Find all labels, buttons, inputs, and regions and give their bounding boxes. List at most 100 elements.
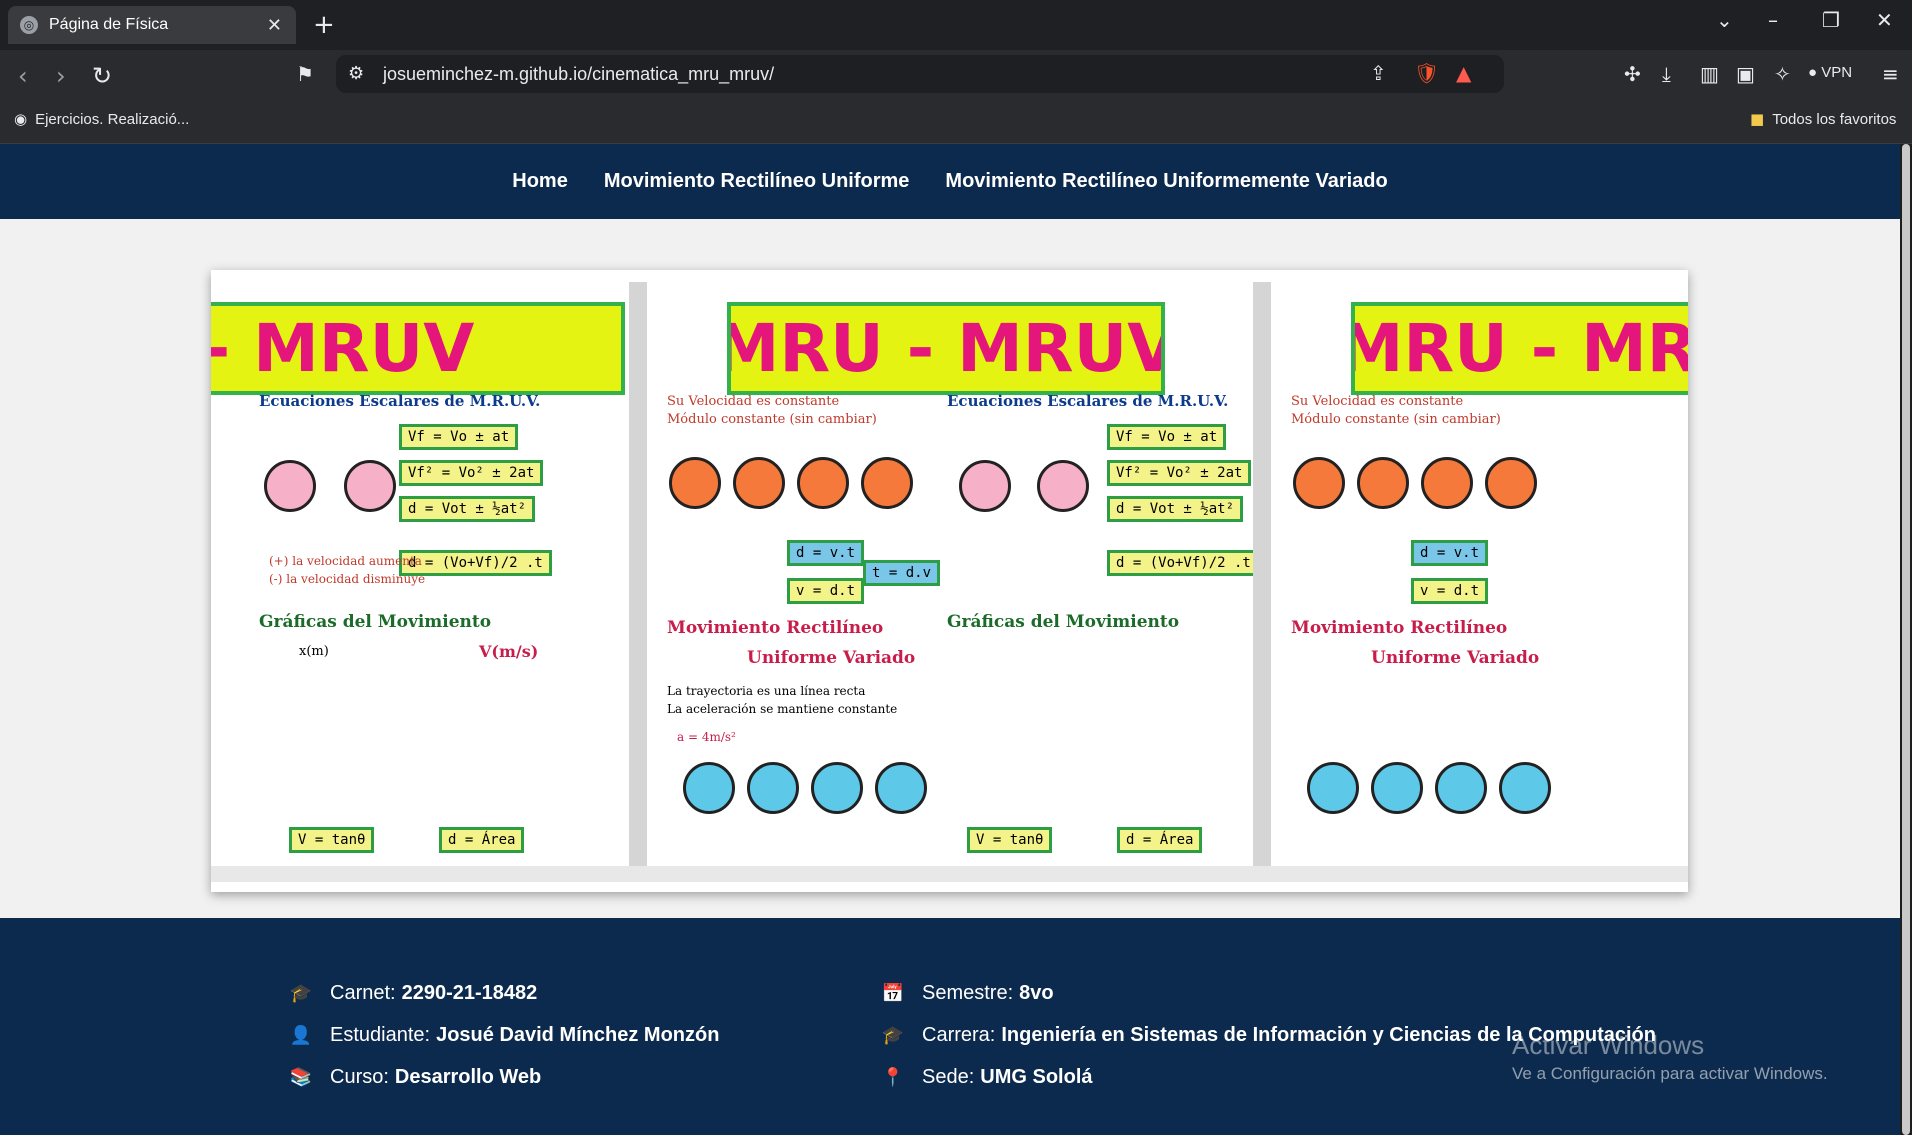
wallet-icon[interactable]: ▣ <box>1736 62 1755 86</box>
bookmark-label: Ejercicios. Realizació... <box>35 110 190 128</box>
chevron-down-icon[interactable]: ⌄ <box>1716 8 1733 32</box>
graduation-cap-icon: 🎓 <box>881 1025 905 1046</box>
scrollbar-thumb[interactable] <box>1902 144 1910 1135</box>
slide-heading: Ecuaciones Escalares de M.R.U.V. <box>947 392 1229 410</box>
formula: d = Área <box>1117 827 1203 853</box>
footer-semester: 📅 Semestre: 8vo <box>882 982 1054 1005</box>
browser-tab[interactable]: ◎ Página de Física ✕ <box>8 6 296 44</box>
back-icon[interactable]: ‹ <box>18 62 28 90</box>
user-icon: 👤 <box>289 1025 313 1046</box>
ball-drawing <box>959 460 1011 512</box>
globe-icon: ◎ <box>20 16 38 34</box>
note: La trayectoria es una línea recta <box>667 684 866 698</box>
ball-drawing <box>1371 762 1423 814</box>
ball-drawing <box>1485 457 1537 509</box>
image-carousel[interactable]: MRU - MRUV Ecuaciones Escalares de M.R.U… <box>211 270 1688 892</box>
new-tab-icon[interactable]: + <box>313 10 335 40</box>
carousel-slide: MRU - MRUV Su Velocidad es constante Mód… <box>1253 282 1688 882</box>
ball-drawing <box>1421 457 1473 509</box>
ball-drawing <box>797 457 849 509</box>
browser-toolbar: ‹ › ↻ ⚑ ⚙ josueminchez-m.github.io/cinem… <box>0 50 1912 100</box>
carousel-slide: MRU - MRUV Ecuaciones Escalares de M.R.U… <box>211 282 647 882</box>
bookmarks-bar: ◉ Ejercicios. Realizació... ■ Todos los … <box>0 100 1912 144</box>
ball-drawing <box>683 762 735 814</box>
reload-icon[interactable]: ↻ <box>92 62 112 90</box>
url-text[interactable]: josueminchez-m.github.io/cinematica_mru_… <box>383 64 774 85</box>
rewards-icon[interactable]: ▲ <box>1456 61 1471 85</box>
formula: d = (Vo+Vf)/2 .t <box>1107 550 1260 576</box>
brave-shield-icon[interactable]: 🛡 <box>1414 61 1439 85</box>
slide-heading: Gráficas del Movimiento <box>259 612 492 632</box>
sidebar-icon[interactable]: ▥ <box>1700 62 1719 86</box>
formula: Vf² = Vo² ± 2at <box>1107 460 1252 486</box>
formula: v = d.t <box>1411 578 1489 604</box>
footer-value: Desarrollo Web <box>394 1066 542 1088</box>
note: a = 4m/s² <box>677 730 736 744</box>
slide-heading: Movimiento Rectilíneo <box>667 618 884 638</box>
formula: d = Vot ± ½at² <box>399 496 536 522</box>
all-bookmarks-folder[interactable]: ■ Todos los favoritos <box>1750 110 1896 128</box>
address-bar[interactable]: ⚙ josueminchez-m.github.io/cinematica_mr… <box>336 55 1504 93</box>
slide-heading: Uniforme Variado <box>747 648 916 668</box>
pin-icon: 📍 <box>881 1067 905 1088</box>
slide-heading: Uniforme Variado <box>1371 648 1540 668</box>
minimize-icon[interactable]: – <box>1768 8 1778 32</box>
ball-drawing <box>861 457 913 509</box>
windows-activation-subtitle: Ve a Configuración para activar Windows. <box>1512 1064 1828 1083</box>
site-settings-icon[interactable]: ⚙ <box>348 63 364 84</box>
note: Su Velocidad es constante <box>667 394 840 409</box>
slide-heading: Gráficas del Movimiento <box>947 612 1180 632</box>
close-icon[interactable]: ✕ <box>267 15 282 36</box>
ball-drawing <box>1357 457 1409 509</box>
graduation-cap-icon: 🎓 <box>289 983 313 1004</box>
page-scrollbar[interactable] <box>1900 144 1912 1135</box>
tab-title: Página de Física <box>49 16 169 33</box>
footer-value: Josué David Mínchez Monzón <box>436 1024 720 1046</box>
axis-label: V(m/s) <box>479 642 539 661</box>
formula: Vf = Vo ± at <box>399 424 519 450</box>
nav-home[interactable]: Home <box>512 170 568 193</box>
windows-activation-title: Activar Windows <box>1512 1030 1705 1060</box>
books-icon: 📚 <box>289 1067 313 1088</box>
menu-icon[interactable]: ≡ <box>1882 62 1899 86</box>
slide-title: MRU - MRUV <box>211 302 625 395</box>
bookmark-folder-label: Todos los favoritos <box>1772 110 1897 128</box>
slide-heading: Ecuaciones Escalares de M.R.U.V. <box>259 392 541 410</box>
bookmark-icon[interactable]: ⚑ <box>296 62 314 86</box>
footer-label: Estudiante: <box>330 1024 431 1046</box>
formula: d = v.t <box>787 540 865 566</box>
footer-student: 👤 Estudiante: Josué David Mínchez Monzón <box>289 1024 720 1047</box>
ball-drawing <box>1037 460 1089 512</box>
formula: d = Área <box>439 827 525 853</box>
footer-value: UMG Sololá <box>980 1066 1093 1088</box>
footer-label: Curso: <box>330 1066 389 1088</box>
axis-label: x(m) <box>299 644 329 659</box>
download-icon[interactable]: ⤓ <box>1662 62 1671 86</box>
calendar-icon: 📅 <box>881 983 905 1004</box>
vpn-button[interactable]: ● VPN <box>1808 64 1852 81</box>
ball-drawing <box>1499 762 1551 814</box>
formula: d = Vot ± ½at² <box>1107 496 1244 522</box>
restore-icon[interactable]: ❐ <box>1822 8 1840 32</box>
carousel-slide: MRU - MRUV Su Velocidad es constante Mód… <box>629 282 1260 882</box>
ball-drawing <box>747 762 799 814</box>
formula: d = v.t <box>1411 540 1489 566</box>
ball-drawing <box>811 762 863 814</box>
bookmark-item[interactable]: ◉ Ejercicios. Realizació... <box>14 110 189 128</box>
extensions-icon[interactable]: ✣ <box>1624 62 1641 86</box>
ball-drawing <box>264 460 316 512</box>
note: Su Velocidad es constante <box>1291 394 1464 409</box>
note: Módulo constante (sin cambiar) <box>1291 412 1501 427</box>
slide-heading: Movimiento Rectilíneo <box>1291 618 1508 638</box>
nav-mru[interactable]: Movimiento Rectilíneo Uniforme <box>604 170 910 193</box>
footer-campus: 📍 Sede: UMG Sololá <box>882 1066 1093 1089</box>
footer-course: 📚 Curso: Desarrollo Web <box>290 1066 541 1089</box>
leo-icon[interactable]: ✧ <box>1774 62 1791 86</box>
nav-mruv[interactable]: Movimiento Rectilíneo Uniformemente Vari… <box>945 170 1387 193</box>
close-window-icon[interactable]: ✕ <box>1876 8 1893 32</box>
ball-drawing <box>733 457 785 509</box>
site-navbar: Home Movimiento Rectilíneo Uniforme Movi… <box>0 144 1900 219</box>
share-icon[interactable]: ⇪ <box>1370 61 1387 85</box>
forward-icon[interactable]: › <box>56 62 66 90</box>
formula: V = tanθ <box>967 827 1053 853</box>
